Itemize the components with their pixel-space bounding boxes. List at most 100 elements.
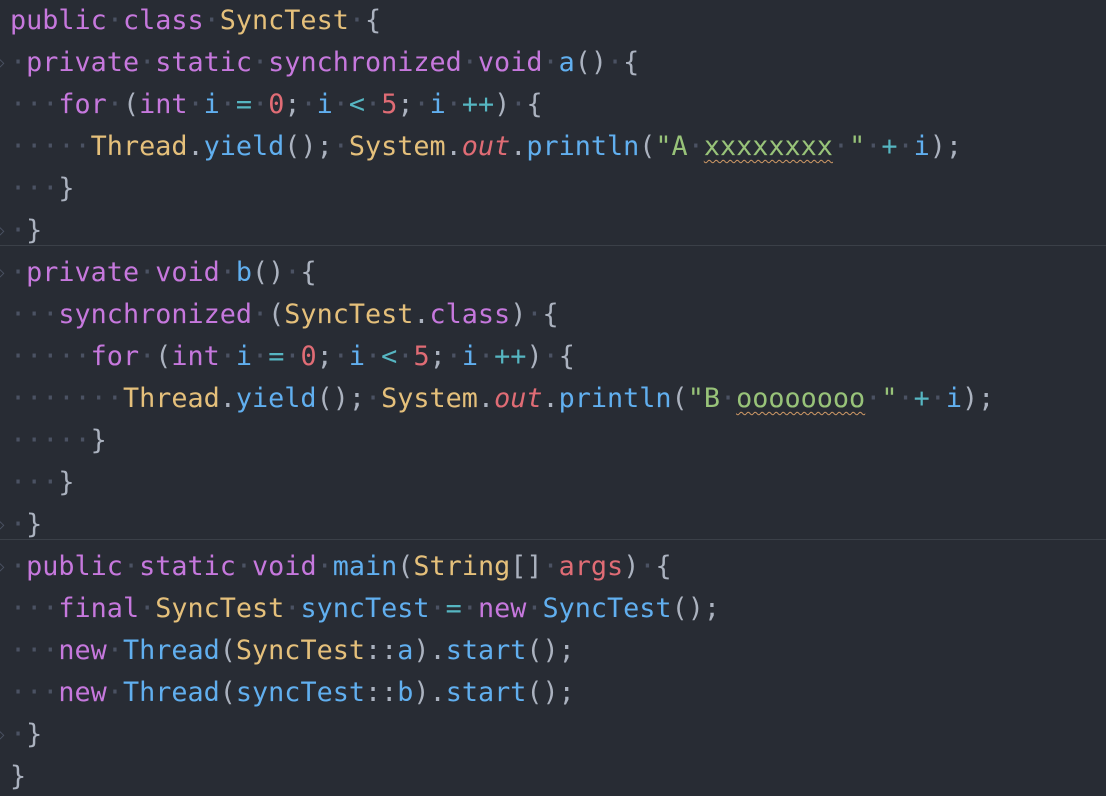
code-token: ; bbox=[397, 89, 414, 120]
code-token: i bbox=[316, 89, 333, 120]
code-token: System bbox=[348, 131, 446, 162]
code-token: xxxxxxxx bbox=[703, 131, 833, 162]
code-line[interactable]: ···for·(int·i·=·0;·i·<·5;·i·++)·{ bbox=[10, 84, 543, 126]
code-line[interactable]: ·····} bbox=[10, 420, 107, 462]
whitespace-dot: · bbox=[235, 551, 253, 582]
whitespace-dot: · bbox=[203, 5, 220, 36]
code-line[interactable]: ·private·static·synchronized·void·a()·{ bbox=[10, 42, 639, 84]
code-token: for bbox=[58, 89, 107, 120]
code-token: i bbox=[348, 341, 366, 372]
code-token: ( bbox=[219, 635, 236, 666]
code-token: out bbox=[461, 131, 511, 162]
code-token: int bbox=[171, 341, 220, 372]
fold-marker-icon[interactable]: ◇ bbox=[0, 252, 4, 294]
code-line[interactable]: ·} bbox=[10, 210, 42, 252]
code-line[interactable]: ···final·SyncTest·syncTest·=·new·SyncTes… bbox=[10, 588, 720, 630]
code-token: (); bbox=[671, 593, 720, 624]
code-token: i bbox=[203, 89, 220, 120]
whitespace-dot: · bbox=[413, 89, 430, 120]
code-token: ++ bbox=[494, 341, 527, 372]
code-token: ). bbox=[413, 677, 446, 708]
code-token: i bbox=[235, 341, 253, 372]
code-line[interactable]: ···} bbox=[10, 168, 75, 210]
whitespace-dot: · bbox=[284, 593, 301, 624]
code-token: i bbox=[429, 89, 446, 120]
code-line[interactable]: ·····for·(int·i·=·0;·i·<·5;·i·++)·{ bbox=[10, 336, 575, 378]
indent-whitespace: ····· bbox=[10, 131, 91, 162]
code-editor[interactable]: public·class·SyncTest·{·private·static·s… bbox=[0, 0, 1106, 796]
code-token: final bbox=[58, 593, 140, 624]
code-token: + bbox=[881, 131, 898, 162]
indent-whitespace: · bbox=[10, 719, 27, 750]
whitespace-dot: · bbox=[348, 5, 365, 36]
code-token: [] bbox=[510, 551, 543, 582]
code-token: SyncTest bbox=[542, 593, 672, 624]
code-line[interactable]: public·class·SyncTest·{ bbox=[10, 0, 381, 42]
code-token: new bbox=[477, 593, 527, 624]
code-line[interactable]: ···synchronized·(SyncTest.class)·{ bbox=[10, 294, 559, 336]
code-token: ; bbox=[316, 341, 333, 372]
fold-marker-icon[interactable]: ◇ bbox=[0, 210, 4, 252]
code-token: "A bbox=[655, 131, 688, 162]
fold-marker-icon[interactable]: ◇ bbox=[0, 714, 4, 756]
whitespace-dot: · bbox=[106, 677, 123, 708]
code-line[interactable]: ·} bbox=[10, 504, 42, 546]
code-token: a bbox=[558, 47, 575, 78]
code-token: yield bbox=[235, 383, 317, 414]
code-token: synchronized bbox=[58, 299, 253, 330]
whitespace-dot: · bbox=[284, 341, 301, 372]
code-token: start bbox=[445, 635, 527, 666]
code-token: static bbox=[139, 551, 236, 582]
code-line[interactable]: ·public·static·void·main(String[]·args)·… bbox=[10, 546, 672, 588]
code-token: syncTest bbox=[300, 593, 430, 624]
code-token: new bbox=[58, 635, 107, 666]
code-token: { bbox=[542, 299, 559, 330]
code-token: void bbox=[155, 257, 220, 288]
code-token: . bbox=[445, 131, 462, 162]
whitespace-dot: · bbox=[719, 383, 737, 414]
code-line[interactable]: ···} bbox=[10, 462, 75, 504]
code-line[interactable]: ·} bbox=[10, 714, 42, 756]
whitespace-dot: · bbox=[865, 383, 882, 414]
code-token: void bbox=[252, 551, 317, 582]
fold-marker-icon[interactable]: ◇ bbox=[0, 546, 4, 588]
code-line[interactable]: ···new·Thread(syncTest::b).start(); bbox=[10, 672, 575, 714]
code-token: { bbox=[623, 47, 640, 78]
whitespace-dot: · bbox=[364, 383, 382, 414]
code-token: ); bbox=[962, 383, 995, 414]
code-line[interactable]: ·······Thread.yield();·System.out.printl… bbox=[10, 378, 994, 420]
code-line[interactable]: ·private·void·b()·{ bbox=[10, 252, 317, 294]
whitespace-dot: · bbox=[478, 341, 495, 372]
fold-marker-icon[interactable]: ◇ bbox=[0, 42, 4, 84]
code-line[interactable]: ·····Thread.yield();·System.out.println(… bbox=[10, 126, 962, 168]
code-token: ; bbox=[429, 341, 446, 372]
whitespace-dot: · bbox=[252, 299, 269, 330]
whitespace-dot: · bbox=[106, 89, 123, 120]
code-token: i bbox=[461, 341, 479, 372]
code-token: syncTest bbox=[235, 677, 365, 708]
code-token: b bbox=[397, 677, 414, 708]
fold-marker-icon[interactable]: ◇ bbox=[0, 504, 4, 546]
code-line[interactable]: } bbox=[10, 756, 26, 796]
code-token: ); bbox=[929, 131, 963, 162]
code-token: SyncTest bbox=[235, 635, 365, 666]
code-token: ( bbox=[219, 677, 236, 708]
code-token: class bbox=[429, 299, 511, 330]
code-token: } bbox=[90, 425, 107, 456]
whitespace-dot: · bbox=[897, 383, 914, 414]
indent-whitespace: · bbox=[10, 257, 27, 288]
code-token: ; bbox=[284, 89, 301, 120]
whitespace-dot: · bbox=[284, 257, 301, 288]
indent-whitespace: ····· bbox=[10, 425, 91, 456]
code-token: ) bbox=[510, 299, 527, 330]
code-token: System bbox=[381, 383, 478, 414]
whitespace-dot: · bbox=[139, 341, 156, 372]
whitespace-dot: · bbox=[300, 89, 317, 120]
code-line[interactable]: ···new·Thread(SyncTest::a).start(); bbox=[10, 630, 575, 672]
whitespace-dot: · bbox=[219, 257, 236, 288]
code-token: class bbox=[122, 5, 204, 36]
whitespace-dot: · bbox=[832, 131, 850, 162]
code-token: :: bbox=[364, 677, 398, 708]
code-token: . bbox=[413, 299, 430, 330]
code-token: i bbox=[945, 383, 963, 414]
